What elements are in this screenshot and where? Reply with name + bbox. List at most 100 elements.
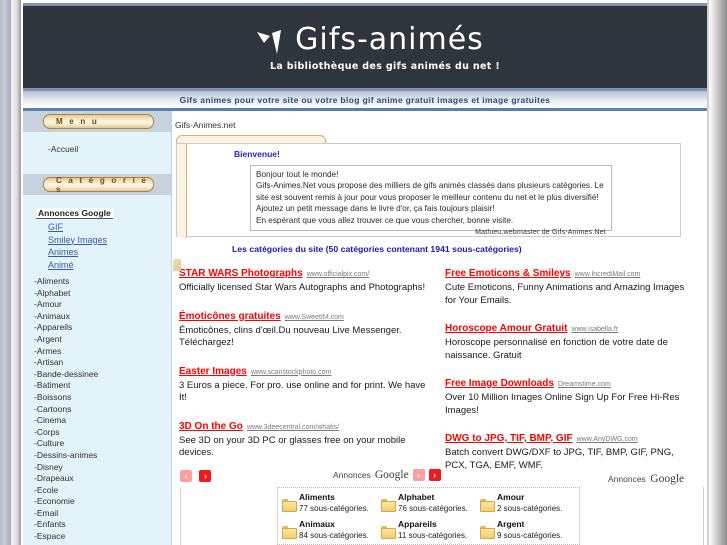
sidebar-category-item[interactable]: -Cartoons <box>34 404 171 416</box>
sidebar-category-item[interactable]: -Dessins-animes <box>34 450 171 462</box>
sidebar-category-item[interactable]: -Appareils <box>34 322 171 334</box>
google-ad-unit[interactable]: Free Emoticons & Smileys www.IncrediMail.… <box>445 263 695 307</box>
category-folder-item[interactable]: Animaux 84 sous-catégories. <box>282 519 381 541</box>
site-logo[interactable]: Gifs-animés La bibliothèque des gifs ani… <box>23 6 707 88</box>
footer-frame-left <box>180 487 181 545</box>
google-ad-url[interactable]: www.officialpix.com/ <box>307 271 370 278</box>
google-ad-title[interactable]: Free Emoticons & Smileys <box>445 268 571 279</box>
sidebar-ad-link-animes[interactable]: Animes <box>48 246 156 259</box>
sidebar-category-item[interactable]: -Argent <box>34 334 171 346</box>
ads-nav-left-group: ‹ › <box>180 470 212 488</box>
sidebar-google-ad-heading: Annonces Google <box>36 208 113 219</box>
sidebar-category-item[interactable]: -Espace <box>34 531 171 543</box>
ads-next-button-center[interactable]: › <box>428 469 441 481</box>
google-ad-title[interactable]: Horoscope Amour Gratuit <box>445 323 567 334</box>
sidebar-menu-tab-label: M e n u <box>56 117 99 126</box>
google-ad-url[interactable]: www.AnyDWG.com <box>577 436 638 443</box>
google-ad-url[interactable]: www.SweetIM.com <box>285 314 344 321</box>
google-ads-region: STAR WARS Photographs www.officialpix.com… <box>173 259 699 483</box>
sidebar-categories-tab[interactable]: C a t é g o r i e s <box>43 176 154 194</box>
ads-prev-left-label: ‹ <box>184 471 188 481</box>
category-folder-item[interactable]: Aliments 77 sous-catégories. <box>282 492 381 514</box>
category-folder-grid: Aliments 77 sous-catégories. Alphabet 76 so… <box>277 487 580 545</box>
category-folder-item[interactable]: Amour 2 sous-catégories. <box>480 492 579 514</box>
google-ad-description: Cute Emoticons, Funny Animations and Ama… <box>445 282 685 306</box>
sidebar-category-item[interactable]: -Ecole <box>34 485 171 497</box>
sidebar-ad-link-gif[interactable]: GIF <box>48 221 156 234</box>
sidebar-category-item[interactable]: -Artisan <box>34 357 171 369</box>
category-folder-subcount: 2 sous-catégories. <box>497 504 563 513</box>
sidebar-category-item[interactable]: -Armes <box>34 346 171 358</box>
sidebar-category-item[interactable]: -Animaux <box>34 311 171 323</box>
folder-icon <box>282 499 297 512</box>
sidebar-category-item[interactable]: -Boissons <box>34 392 171 404</box>
sidebar-category-item[interactable]: -Cinema <box>34 415 171 427</box>
google-ad-headline-row: Easter Images www.scanstockphoto.com <box>179 361 429 379</box>
sidebar-category-item[interactable]: -Bande-dessinee <box>34 369 171 381</box>
folder-icon <box>381 499 396 512</box>
category-folder-name[interactable]: Argent <box>497 519 562 530</box>
google-ad-unit[interactable]: Easter Images www.scanstockphoto.com 3 Eur… <box>179 361 429 405</box>
category-folder-name[interactable]: Animaux <box>299 519 369 530</box>
folder-icon <box>480 526 495 539</box>
ads-nav-center-group: Annonces Google ‹ › <box>333 469 441 481</box>
sidebar-category-item[interactable]: -Email <box>34 508 171 520</box>
sidebar-category-item[interactable]: -Drapeaux <box>34 473 171 485</box>
category-folder-item[interactable]: Alphabet 76 sous-catégories. <box>381 492 480 514</box>
google-ad-title[interactable]: STAR WARS Photographs <box>179 268 303 279</box>
sidebar-menu-tab[interactable]: M e n u <box>43 114 154 129</box>
google-ad-url[interactable]: Dreamstime.com <box>558 381 611 388</box>
sidebar-category-item[interactable]: -Alphabet <box>34 288 171 300</box>
sidebar-item-accueil[interactable]: -Accueil <box>48 143 171 155</box>
site-header: Gifs-animés La bibliothèque des gifs ani… <box>23 6 707 88</box>
welcome-line-2: Gifs-Animes.Net vous propose des millier… <box>256 181 604 202</box>
google-ad-title[interactable]: Easter Images <box>179 366 247 377</box>
google-ad-title[interactable]: DWG to JPG, TIF, BMP, GIF <box>445 433 573 444</box>
sidebar-ad-link-smiley-images[interactable]: Smiley Images <box>48 234 156 247</box>
google-ad-url[interactable]: www.3deecentral.com/whatis/ <box>247 424 339 431</box>
google-ad-title[interactable]: 3D On the Go <box>179 421 243 432</box>
sidebar-category-item[interactable]: -Enfants <box>34 519 171 531</box>
google-ad-url[interactable]: www.scanstockphoto.com <box>251 369 332 376</box>
sidebar-category-item[interactable]: -Corps <box>34 427 171 439</box>
sidebar-category-item[interactable]: -Aliments <box>34 276 171 288</box>
ads-nav-right-group: Annonces Google <box>608 469 684 487</box>
category-folder-name[interactable]: Alphabet <box>398 492 468 503</box>
google-ad-headline-row: 3D On the Go www.3deecentral.com/whatis/ <box>179 416 429 434</box>
ads-prev-center-label: ‹ <box>417 470 421 480</box>
site-logo-subtitle: La bibliothèque des gifs animés du net ! <box>269 60 501 72</box>
sidebar-menu-tabstrip: M e n u <box>23 111 172 132</box>
google-ad-url[interactable]: www.IncrediMail.com <box>575 271 641 278</box>
google-ad-unit[interactable]: DWG to JPG, TIF, BMP, GIF www.AnyDWG.com B… <box>445 428 695 472</box>
google-ads-left-column: STAR WARS Photographs www.officialpix.com… <box>179 263 429 483</box>
google-ad-unit[interactable]: Émoticônes gratuites www.SweetIM.com Émoti… <box>179 306 429 350</box>
category-folder-item[interactable]: Appareils 11 sous-catégories. <box>381 519 480 541</box>
sidebar-category-item[interactable]: -Culture <box>34 438 171 450</box>
google-ad-unit[interactable]: Horoscope Amour Gratuit www.isabella.fr Ho… <box>445 318 695 362</box>
sidebar-category-item[interactable]: -Batiment <box>34 380 171 392</box>
ads-prev-button-left[interactable]: ‹ <box>180 470 192 482</box>
sidebar-ad-link-anime[interactable]: Animé <box>48 259 156 272</box>
sidebar-category-item[interactable]: -Disney <box>34 462 171 474</box>
category-folder-name[interactable]: Amour <box>497 492 562 503</box>
google-ad-headline-row: Free Emoticons & Smileys www.IncrediMail.… <box>445 263 695 281</box>
category-folder-text: Animaux 84 sous-catégories. <box>299 519 369 541</box>
category-folder-item[interactable]: Argent 9 sous-catégories. <box>480 519 579 541</box>
google-ad-title[interactable]: Free Image Downloads <box>445 378 554 389</box>
category-folder-row: Aliments 77 sous-catégories. Alphabet 76 so… <box>282 492 579 519</box>
category-folder-name[interactable]: Appareils <box>398 519 467 530</box>
google-ad-title[interactable]: Émoticônes gratuites <box>179 311 281 322</box>
google-ad-unit[interactable]: STAR WARS Photographs www.officialpix.com… <box>179 263 429 295</box>
sidebar-category-item[interactable]: -Amour <box>34 299 171 311</box>
ads-next-button-left[interactable]: › <box>199 470 212 482</box>
ads-prev-button-center[interactable]: ‹ <box>412 469 425 481</box>
google-ad-url[interactable]: www.isabella.fr <box>571 326 618 333</box>
google-ad-unit[interactable]: Free Image Downloads Dreamstime.com Over 1… <box>445 373 695 417</box>
sidebar-category-item[interactable]: -Economie <box>34 496 171 508</box>
category-folder-text: Alphabet 76 sous-catégories. <box>398 492 468 514</box>
google-ad-headline-row: Émoticônes gratuites www.SweetIM.com <box>179 306 429 324</box>
category-folder-name[interactable]: Aliments <box>299 492 369 503</box>
sidebar-categories-tabstrip: C a t é g o r i e s <box>23 174 172 195</box>
page-root: Gifs-animés La bibliothèque des gifs ani… <box>0 0 727 545</box>
google-ad-unit[interactable]: 3D On the Go www.3deecentral.com/whatis/S… <box>179 416 429 460</box>
